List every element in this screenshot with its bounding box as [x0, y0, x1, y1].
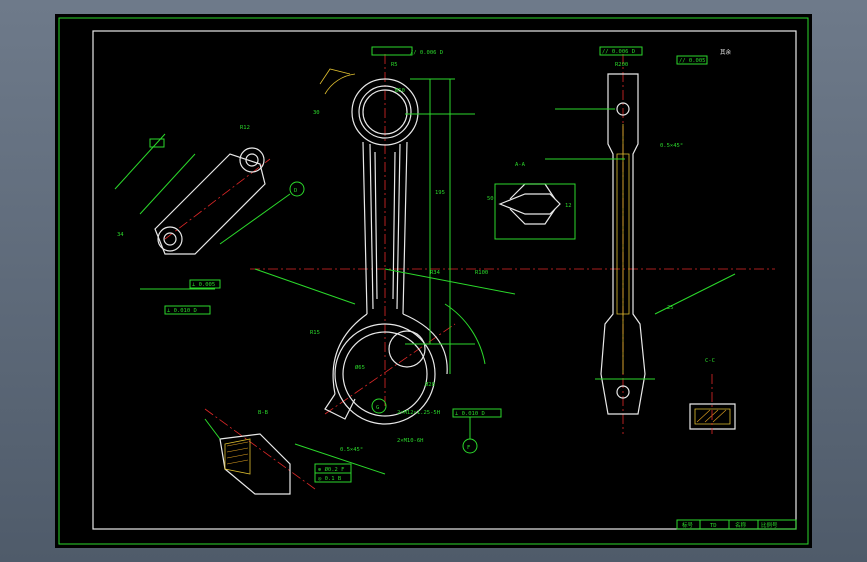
dim-120deg: 30: [313, 110, 320, 116]
datum-f: F: [467, 445, 470, 451]
section-cc: C-C: [689, 358, 736, 434]
bottom-callouts: ⊥ 0.010 D 2×M12×1.25-5H 2×M10-6H 0.5×45°…: [294, 408, 502, 483]
cap-view-left: D R12 34 ⊥ 0.005 ⊥ 0.010 D: [114, 125, 305, 315]
dim-r12: R12: [240, 125, 250, 131]
chamfer-1: 0.5×45°: [340, 447, 363, 453]
dim-r5: R5: [391, 62, 398, 68]
dim-34: R200: [615, 62, 628, 68]
section-bb-label: B-B: [258, 410, 269, 416]
title-cell-4: 比例号: [761, 521, 778, 529]
title-block: 标号 TD 名称 比例号: [676, 519, 797, 530]
dim-phi50: Ø50: [395, 87, 405, 94]
dim-195: 195: [435, 190, 445, 196]
roughness-note: 其余: [720, 48, 732, 56]
dim-r200: 25: [667, 305, 674, 311]
dim-phi65: Ø65: [355, 364, 365, 371]
dim-r15: R15: [310, 330, 320, 336]
drawing-sheet: 标号 TD 名称 比例号 G // 0.006 D Ø50 R5 30 195 …: [55, 14, 812, 548]
dim-r34: R34: [430, 270, 441, 276]
tol-top-left: // 0.006 D: [410, 50, 443, 56]
tol-bottom-center: ⊥ 0.010 D: [455, 411, 485, 417]
connecting-rod-front-view: G: [319, 68, 448, 425]
outer-border: [58, 17, 809, 545]
thread-2: 2×M10-6H: [397, 438, 424, 444]
tol-top-right: // 0.006 D: [602, 49, 635, 55]
tol-bottom-mid: ⊥ 0.010 D: [167, 308, 197, 314]
title-cell-2: TD: [710, 523, 717, 529]
title-cell-1: 标号: [682, 521, 694, 529]
datum-g: G: [376, 405, 379, 411]
dim-r100: R100: [475, 270, 488, 276]
svg-text:⊕ Ø0.2 F: ⊕ Ø0.2 F: [318, 466, 345, 473]
tol-right-small: // 0.005: [679, 58, 706, 64]
chamfer-2: 0.5×45°: [660, 143, 683, 149]
section-aa: A-A 50 12: [487, 162, 576, 240]
svg-text:◎ 0.1 B: ◎ 0.1 B: [318, 476, 342, 482]
section-bb: B-B: [204, 410, 291, 495]
datum-d: D: [294, 188, 297, 194]
dim-phi28: Ø28: [425, 381, 435, 388]
thread-1: 2×M12×1.25-5H: [397, 410, 440, 416]
cad-drawing: 标号 TD 名称 比例号 G // 0.006 D Ø50 R5 30 195 …: [58, 17, 809, 545]
section-aa-label: A-A: [515, 162, 526, 168]
dim-12: 34: [117, 232, 124, 238]
dim-r6: 50: [487, 196, 494, 202]
section-cc-label: C-C: [705, 358, 715, 364]
tol-bottom-left: ⊥ 0.005: [192, 282, 215, 288]
title-cell-3: 名称: [735, 521, 747, 529]
dim-20: 12: [565, 203, 572, 209]
